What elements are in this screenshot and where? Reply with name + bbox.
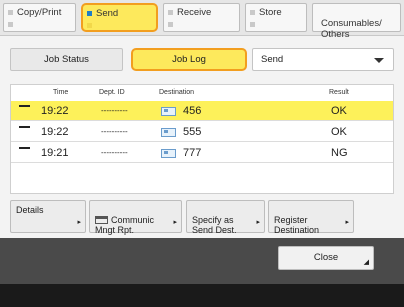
button-label: Close xyxy=(313,252,339,263)
fax-icon xyxy=(161,149,176,158)
column-header-time: Time xyxy=(53,89,69,96)
send-status-icon xyxy=(19,105,30,107)
chevron-down-icon xyxy=(374,58,384,63)
tab-label: Job Log xyxy=(172,54,206,65)
arrow-icon: ▸ xyxy=(77,219,81,226)
send-filter-dropdown[interactable]: Send xyxy=(252,48,394,71)
row-result: NG xyxy=(331,147,348,159)
tab-copy-print[interactable]: Copy/Print xyxy=(3,3,76,32)
fax-icon xyxy=(161,128,176,137)
row-result: OK xyxy=(331,105,347,117)
tab-store[interactable]: Store xyxy=(245,3,307,32)
bottom-strip xyxy=(0,284,404,307)
tab-indicator xyxy=(250,22,255,27)
tab-label: Store xyxy=(259,7,282,18)
tab-label: Send xyxy=(96,8,119,19)
button-label: Register Destination xyxy=(274,215,320,235)
column-header-result: Result xyxy=(329,89,349,96)
row-time: 19:21 xyxy=(41,147,69,159)
tab-send[interactable]: Send xyxy=(81,3,158,32)
tab-label: Receive xyxy=(177,7,212,18)
send-status-icon xyxy=(19,126,30,128)
tab-job-status[interactable]: Job Status xyxy=(10,48,123,71)
arrow-icon: ▸ xyxy=(173,219,177,226)
close-button[interactable]: Close ◢ xyxy=(278,246,374,270)
row-destination: 456 xyxy=(183,105,202,117)
tab-indicator xyxy=(168,22,173,27)
row-destination: 555 xyxy=(183,126,202,138)
report-icon xyxy=(95,216,108,224)
job-log-screen: Copy/Print Send Receive Store Consumable… xyxy=(0,0,404,307)
tab-label: Consumables/ Others xyxy=(321,18,382,40)
tab-indicator xyxy=(250,10,255,15)
table-row[interactable]: 19:22 ---------- 456 OK xyxy=(11,101,393,121)
row-dept: ---------- xyxy=(101,106,128,115)
column-header-dept: Dept. ID xyxy=(99,89,125,96)
send-status-icon xyxy=(19,147,30,149)
button-label: Details xyxy=(16,205,44,215)
tab-label: Copy/Print xyxy=(17,7,62,18)
arrow-icon: ▸ xyxy=(345,219,349,226)
job-log-table: Time Dept. ID Destination Result 19:22 -… xyxy=(10,84,394,194)
row-time: 19:22 xyxy=(41,105,69,117)
tab-consumables-others[interactable]: Consumables/ Others xyxy=(312,3,401,40)
tab-receive[interactable]: Receive xyxy=(163,3,240,32)
register-destination-button[interactable]: Register Destination ▸ xyxy=(268,200,354,235)
tab-label: Job Status xyxy=(44,54,89,65)
tab-job-log[interactable]: Job Log xyxy=(131,48,247,71)
row-destination: 777 xyxy=(183,147,202,159)
details-button[interactable]: Details ▸ xyxy=(10,200,86,233)
tab-indicator xyxy=(168,10,173,15)
row-result: OK xyxy=(331,126,347,138)
arrow-icon: ▸ xyxy=(256,219,260,226)
button-label: Specify as Send Dest. xyxy=(192,215,237,235)
specify-as-send-dest-button[interactable]: Specify as Send Dest. ▸ xyxy=(186,200,265,235)
table-row[interactable]: 19:21 ---------- 777 NG xyxy=(11,143,393,163)
table-row[interactable]: 19:22 ---------- 555 OK xyxy=(11,122,393,142)
column-header-destination: Destination xyxy=(159,89,195,96)
tab-indicator xyxy=(87,23,92,28)
row-dept: ---------- xyxy=(101,148,128,157)
row-time: 19:22 xyxy=(41,126,69,138)
top-tab-bar: Copy/Print Send Receive Store Consumable… xyxy=(0,0,404,40)
tab-indicator xyxy=(8,22,13,27)
fax-icon xyxy=(161,107,176,116)
tab-indicator xyxy=(87,11,92,16)
tab-indicator xyxy=(8,10,13,15)
corner-arrow-icon: ◢ xyxy=(363,259,369,266)
dropdown-value: Send xyxy=(261,54,284,65)
row-dept: ---------- xyxy=(101,127,128,136)
communication-report-button[interactable]: Communic Mngt Rpt. ▸ xyxy=(89,200,182,235)
